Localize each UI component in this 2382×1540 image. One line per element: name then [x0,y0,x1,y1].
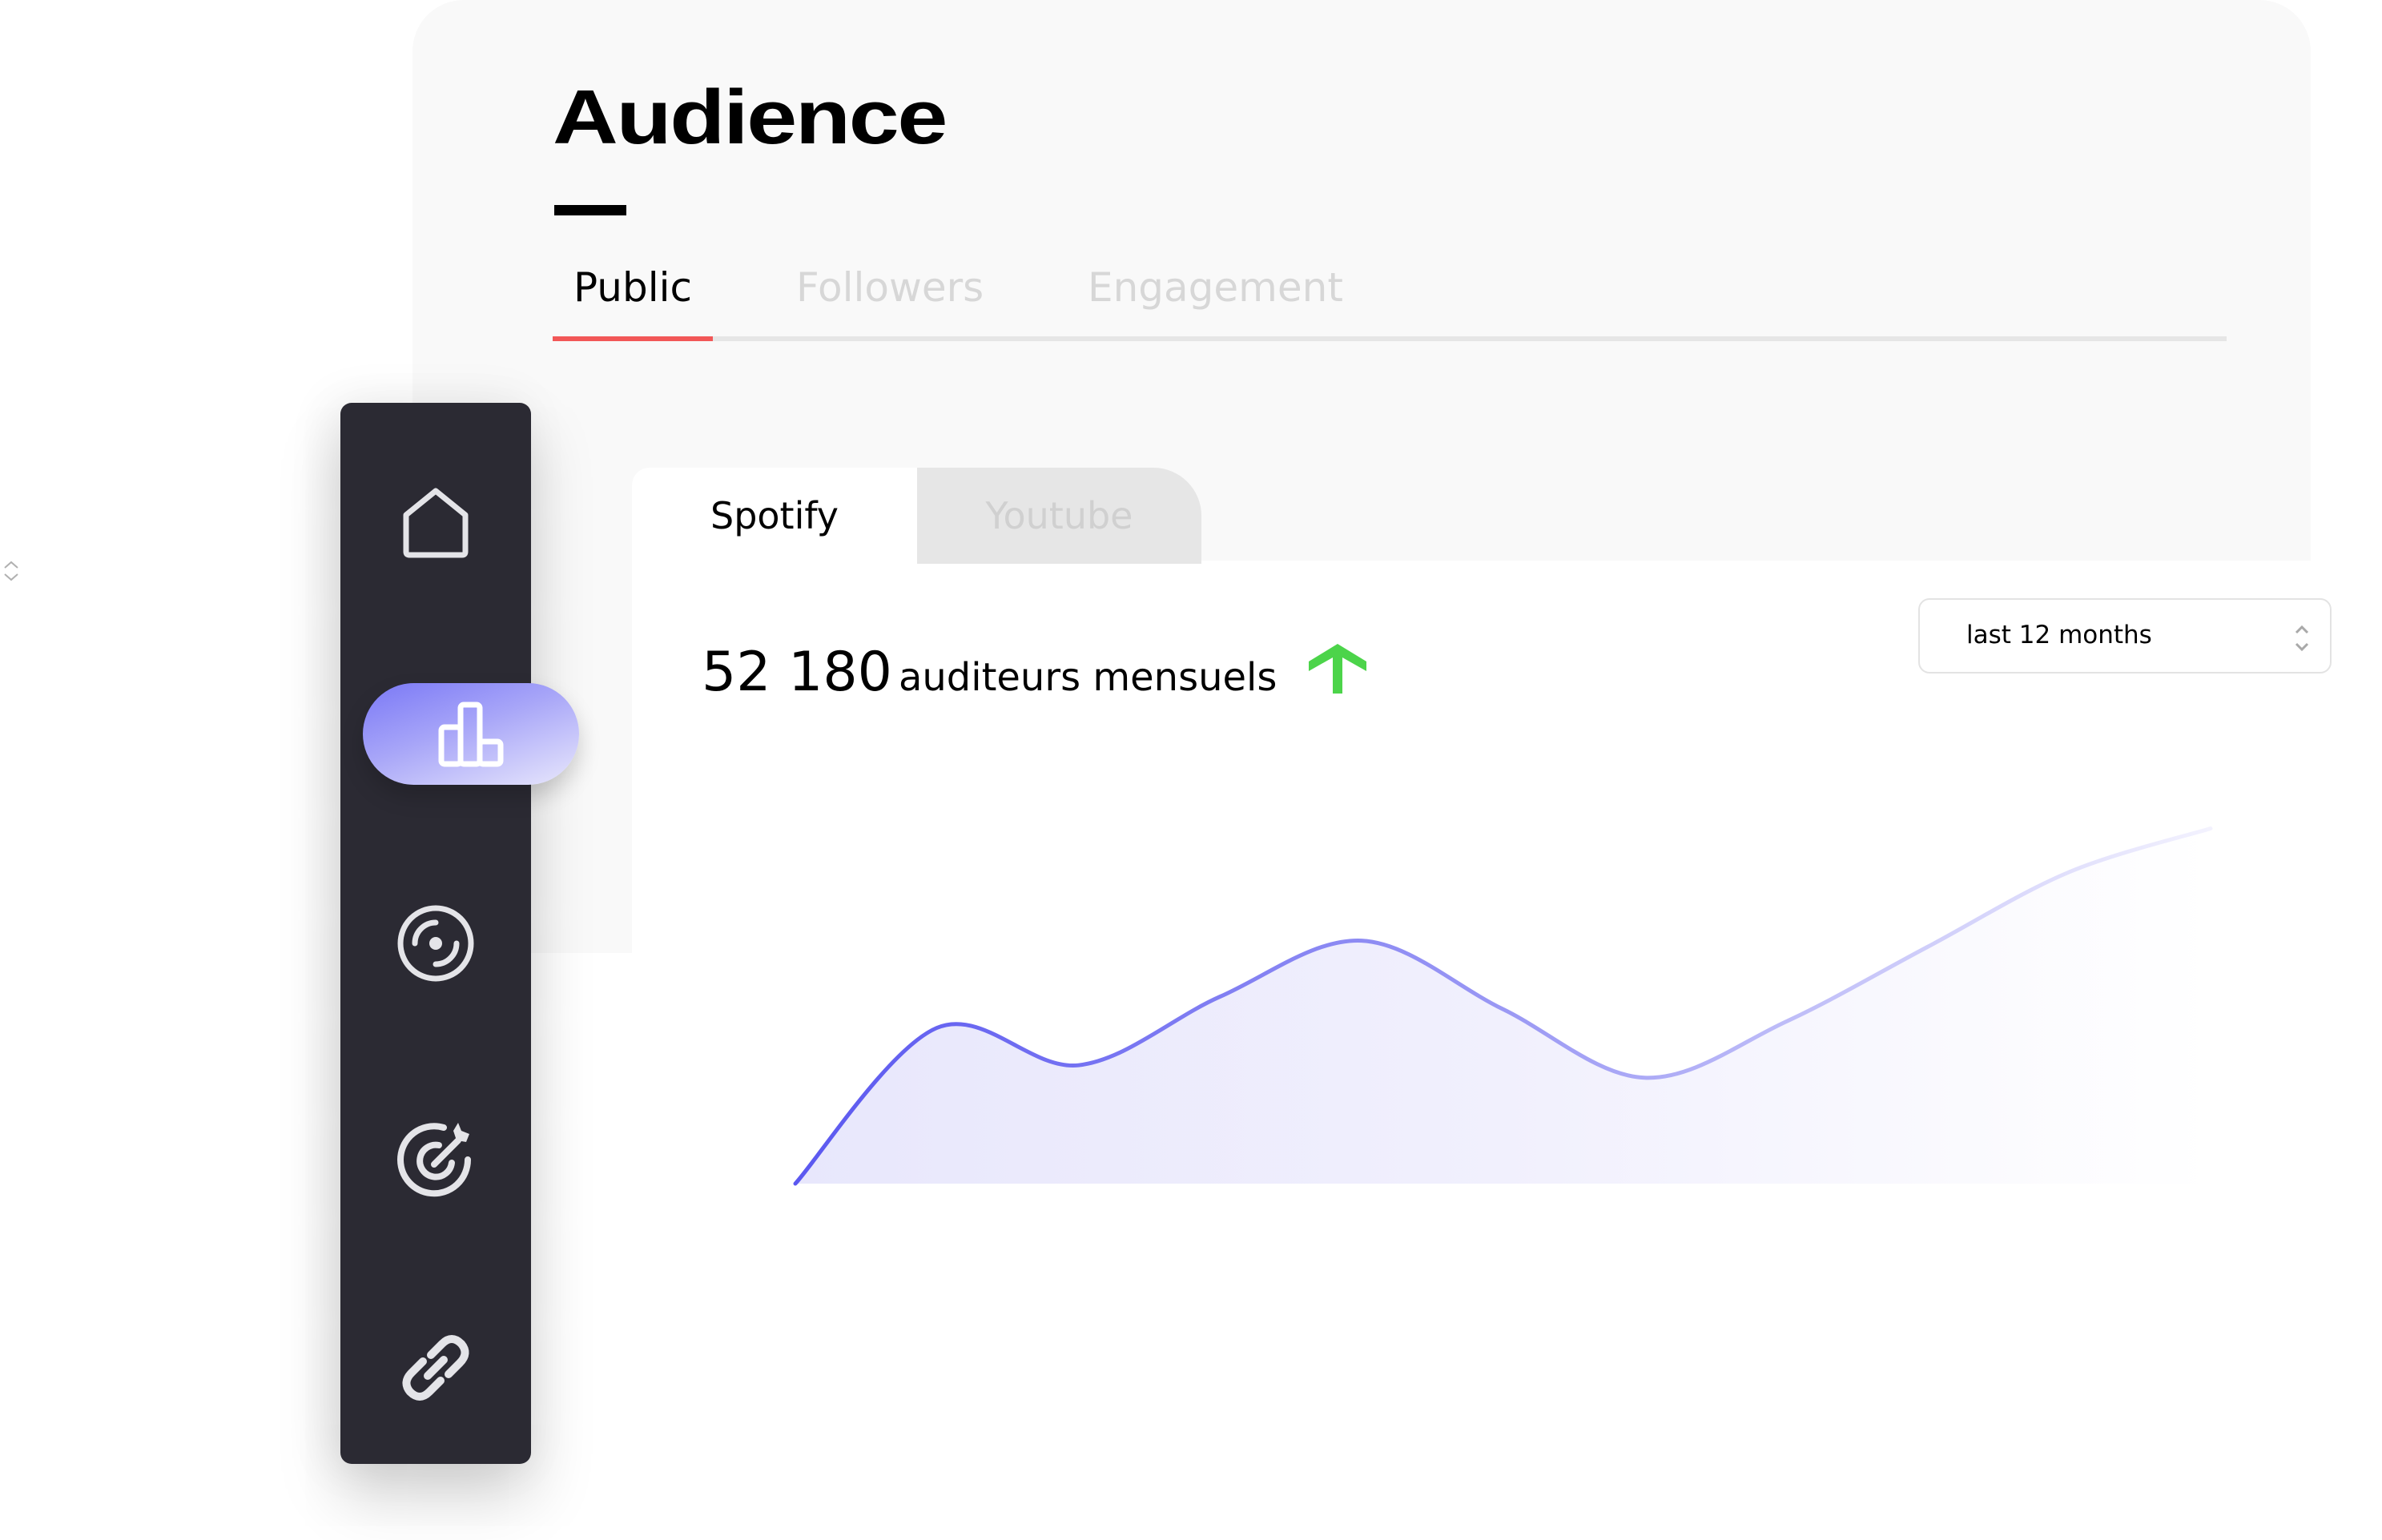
monthly-listeners: 52 180 auditeurs mensuels [702,641,1277,704]
metric-label: auditeurs mensuels [898,655,1278,700]
sidebar-item-audience[interactable] [363,683,579,785]
tab-followers[interactable]: Followers [796,264,984,311]
range-select[interactable]: last 12 months [1918,598,2332,673]
chevron-up-down-icon [2295,625,2309,652]
sidebar-item-music[interactable] [340,891,531,995]
bar-chart-icon [438,702,504,766]
link-icon [402,1335,469,1401]
tab-engagement[interactable]: Engagement [1088,264,1343,311]
tab-spotify[interactable]: Spotify [632,468,917,564]
tab-youtube[interactable]: Youtube [917,468,1201,564]
arrow-up-icon [1309,644,1366,694]
sidebar-item-links[interactable] [340,1316,531,1420]
target-arrow-icon [397,1123,472,1197]
chart-card [632,561,2382,1540]
tab-public[interactable]: Public [573,264,692,311]
tab-active-indicator [553,336,713,341]
edge-chevron-up-down-icon[interactable] [2,559,21,583]
sidebar-item-goals[interactable] [340,1108,531,1212]
disc-icon [397,905,474,982]
page-title: Audience [553,74,948,160]
audience-tabs: Public Followers Engagement [553,264,2227,341]
home-icon [403,488,469,558]
tab-track [553,336,2227,341]
metric-value: 52 180 [702,641,892,704]
sidebar [340,403,531,1464]
range-select-value: last 12 months [1966,621,2152,649]
title-underline [554,205,626,215]
sidebar-item-home[interactable] [340,471,531,575]
